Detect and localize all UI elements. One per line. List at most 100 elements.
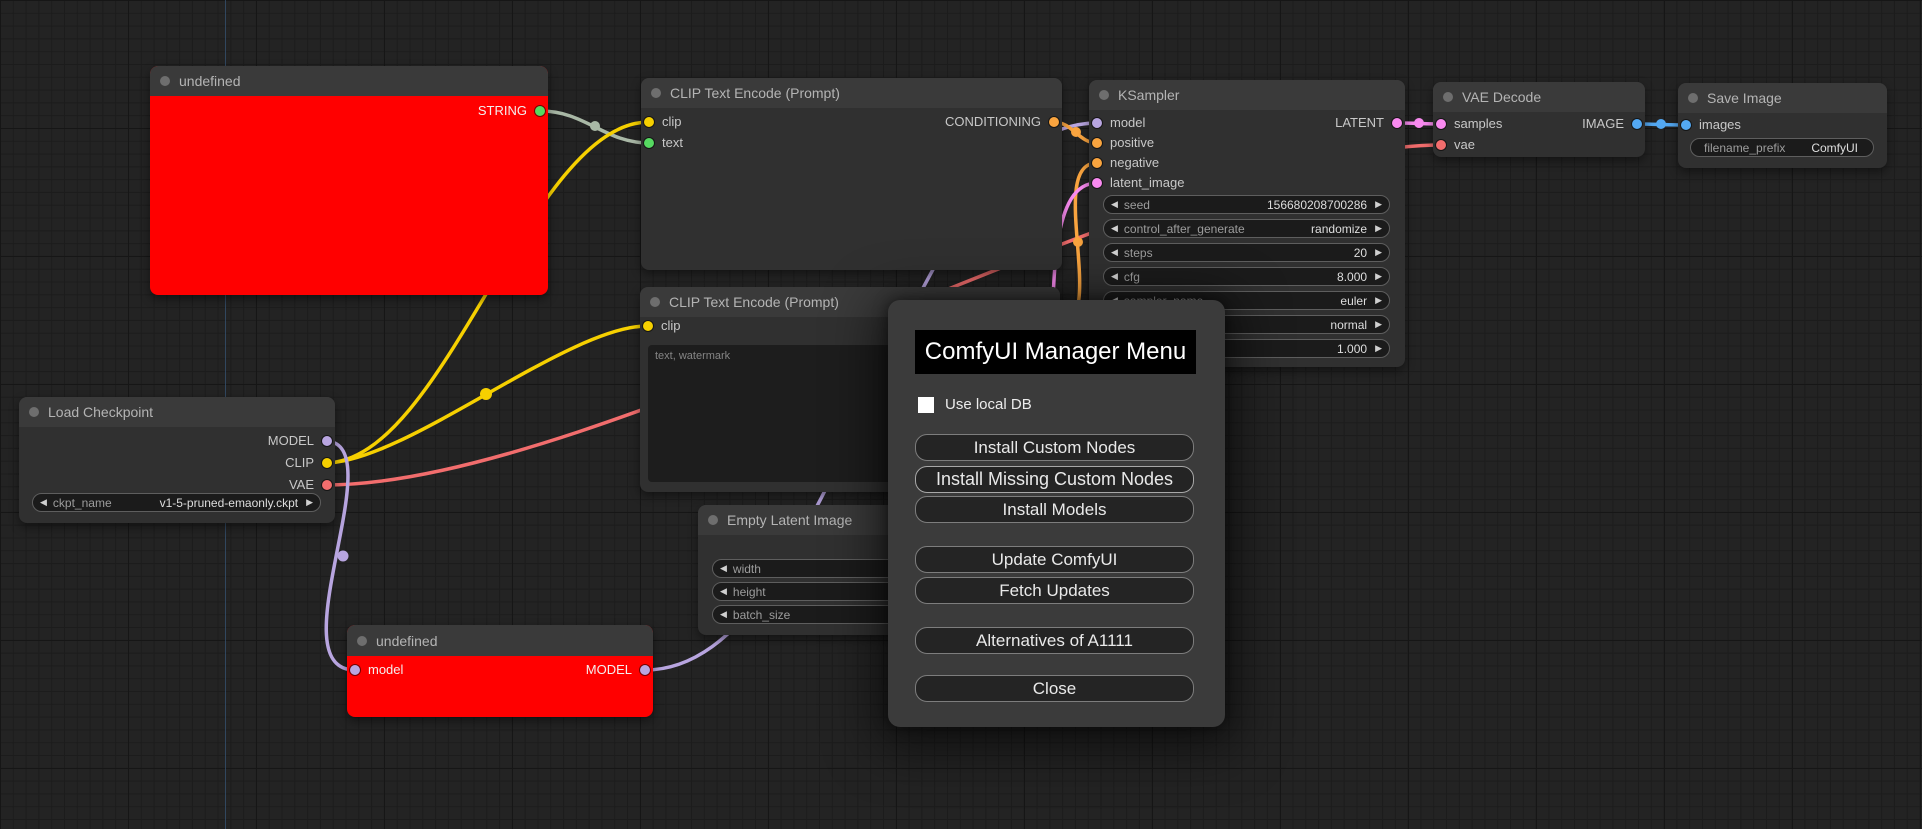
- node-title: undefined: [179, 73, 241, 89]
- input-port-negative[interactable]: negative: [1092, 154, 1159, 172]
- decrement-arrow-icon[interactable]: ◀: [1111, 272, 1118, 281]
- node-title: undefined: [376, 632, 438, 649]
- latent-port-dot[interactable]: [1436, 119, 1446, 129]
- node-title: Empty Latent Image: [727, 512, 853, 528]
- increment-arrow-icon[interactable]: ▶: [1375, 296, 1382, 305]
- update-comfyui-button[interactable]: Update ComfyUI: [915, 546, 1194, 573]
- vae-port-dot[interactable]: [1436, 140, 1446, 150]
- decrement-arrow-icon[interactable]: ◀: [40, 498, 47, 507]
- node-title-bar[interactable]: Load Checkpoint: [19, 397, 335, 427]
- close-button[interactable]: Close: [915, 675, 1194, 702]
- node-graph-canvas[interactable]: undefined STRING CLIP Text Encode (Promp…: [0, 0, 1922, 829]
- wire-junction-dot: [590, 121, 600, 131]
- widget-control-after-generate[interactable]: ◀ control_after_generate randomize ▶: [1103, 219, 1390, 238]
- increment-arrow-icon[interactable]: ▶: [306, 498, 313, 507]
- input-port-clip[interactable]: clip: [644, 113, 682, 131]
- input-port-model[interactable]: model: [1092, 114, 1145, 132]
- output-port-string[interactable]: STRING: [478, 102, 545, 120]
- decrement-arrow-icon[interactable]: ◀: [1111, 248, 1118, 257]
- input-port-text[interactable]: text: [644, 134, 683, 152]
- decrement-arrow-icon[interactable]: ◀: [720, 587, 727, 596]
- node-title-bar[interactable]: Save Image: [1678, 83, 1887, 113]
- alternatives-of-a1111-button[interactable]: Alternatives of A1111: [915, 627, 1194, 654]
- node-title-bar[interactable]: CLIP Text Encode (Prompt): [641, 78, 1062, 108]
- vae-port-dot[interactable]: [322, 480, 332, 490]
- increment-arrow-icon[interactable]: ▶: [1375, 320, 1382, 329]
- install-custom-nodes-button[interactable]: Install Custom Nodes: [915, 434, 1194, 461]
- output-port-vae[interactable]: VAE: [289, 476, 332, 494]
- output-port-model[interactable]: MODEL: [586, 661, 650, 679]
- input-port-vae[interactable]: vae: [1436, 136, 1475, 154]
- latent-port-dot[interactable]: [1392, 118, 1402, 128]
- image-port-dot[interactable]: [1681, 120, 1691, 130]
- use-local-db-row[interactable]: Use local DB: [918, 396, 1032, 413]
- latent-port-dot[interactable]: [1092, 178, 1102, 188]
- node-vae-decode: VAE Decode samples vae IMAGE: [1433, 82, 1645, 157]
- node-title: KSampler: [1118, 87, 1180, 103]
- collapse-dot-icon[interactable]: [650, 297, 660, 307]
- node-title-bar[interactable]: VAE Decode: [1433, 82, 1645, 112]
- widget-ckpt-name[interactable]: ◀ ckpt_name v1-5-pruned-emaonly.ckpt ▶: [32, 493, 321, 512]
- input-port-model[interactable]: model: [350, 661, 403, 679]
- text-port-dot[interactable]: [644, 138, 654, 148]
- conditioning-port-dot[interactable]: [1049, 117, 1059, 127]
- collapse-dot-icon[interactable]: [160, 76, 170, 86]
- increment-arrow-icon[interactable]: ▶: [1375, 344, 1382, 353]
- install-missing-custom-nodes-button[interactable]: Install Missing Custom Nodes: [915, 466, 1194, 493]
- widget-steps[interactable]: ◀ steps 20 ▶: [1103, 243, 1390, 262]
- wire-junction-dot: [1071, 127, 1081, 137]
- clip-port-dot[interactable]: [322, 458, 332, 468]
- node-title: CLIP Text Encode (Prompt): [669, 294, 839, 310]
- input-port-clip[interactable]: clip: [643, 317, 681, 335]
- clip-port-dot[interactable]: [643, 321, 653, 331]
- collapse-dot-icon[interactable]: [357, 635, 367, 646]
- decrement-arrow-icon[interactable]: ◀: [1111, 224, 1118, 233]
- node-title: Save Image: [1707, 90, 1782, 106]
- collapse-dot-icon[interactable]: [29, 407, 39, 417]
- output-port-model[interactable]: MODEL: [268, 432, 332, 450]
- use-local-db-checkbox[interactable]: [918, 396, 934, 413]
- input-port-latent-image[interactable]: latent_image: [1092, 174, 1184, 192]
- output-port-clip[interactable]: CLIP: [285, 454, 332, 472]
- clip-port-dot[interactable]: [644, 117, 654, 127]
- node-title-bar[interactable]: undefined: [150, 66, 548, 96]
- collapse-dot-icon[interactable]: [651, 88, 661, 98]
- install-models-button[interactable]: Install Models: [915, 496, 1194, 523]
- input-port-samples[interactable]: samples: [1436, 115, 1502, 133]
- wire-junction-dot: [1414, 118, 1424, 128]
- wire-clip-to-clip2: [323, 324, 649, 465]
- conditioning-port-dot[interactable]: [1092, 138, 1102, 148]
- widget-seed[interactable]: ◀ seed 156680208700286 ▶: [1103, 195, 1390, 214]
- widget-cfg[interactable]: ◀ cfg 8.000 ▶: [1103, 267, 1390, 286]
- collapse-dot-icon[interactable]: [708, 515, 718, 525]
- input-port-images[interactable]: images: [1681, 116, 1741, 134]
- output-port-image[interactable]: IMAGE: [1582, 115, 1642, 133]
- collapse-dot-icon[interactable]: [1688, 93, 1698, 103]
- model-port-dot[interactable]: [640, 665, 650, 675]
- wire-junction-dot: [480, 388, 492, 400]
- input-port-positive[interactable]: positive: [1092, 134, 1154, 152]
- increment-arrow-icon[interactable]: ▶: [1375, 272, 1382, 281]
- model-port-dot[interactable]: [350, 665, 360, 675]
- widget-filename-prefix[interactable]: filename_prefix ComfyUI: [1690, 138, 1874, 157]
- increment-arrow-icon[interactable]: ▶: [1375, 248, 1382, 257]
- output-port-conditioning[interactable]: CONDITIONING: [945, 113, 1059, 131]
- node-undefined-top: undefined STRING: [150, 66, 548, 295]
- conditioning-port-dot[interactable]: [1092, 158, 1102, 168]
- node-title-bar[interactable]: KSampler: [1089, 80, 1405, 110]
- fetch-updates-button[interactable]: Fetch Updates: [915, 577, 1194, 604]
- decrement-arrow-icon[interactable]: ◀: [1111, 200, 1118, 209]
- decrement-arrow-icon[interactable]: ◀: [720, 564, 727, 573]
- node-clip-text-encode-1: CLIP Text Encode (Prompt) clip text COND…: [641, 78, 1062, 270]
- collapse-dot-icon[interactable]: [1099, 90, 1109, 100]
- output-port-latent[interactable]: LATENT: [1335, 114, 1402, 132]
- increment-arrow-icon[interactable]: ▶: [1375, 200, 1382, 209]
- node-title-bar[interactable]: undefined: [347, 625, 653, 656]
- image-port-dot[interactable]: [1632, 119, 1642, 129]
- model-port-dot[interactable]: [1092, 118, 1102, 128]
- string-port-dot[interactable]: [535, 106, 545, 116]
- increment-arrow-icon[interactable]: ▶: [1375, 224, 1382, 233]
- collapse-dot-icon[interactable]: [1443, 92, 1453, 102]
- model-port-dot[interactable]: [322, 436, 332, 446]
- decrement-arrow-icon[interactable]: ◀: [720, 610, 727, 619]
